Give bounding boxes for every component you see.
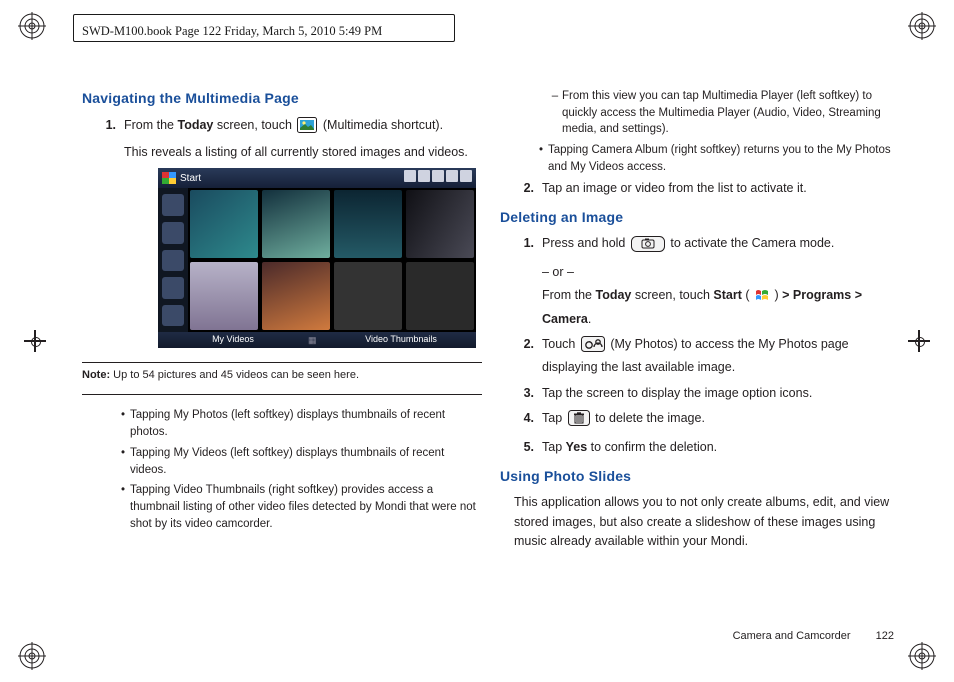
del-step-5: 5. Tap Yes to confirm the deletion.: [500, 438, 900, 457]
nav-step-1: 1. From the Today screen, touch (Multime…: [82, 116, 482, 353]
page-footer: Camera and Camcorder 122: [733, 630, 894, 642]
device-sidebar: [158, 188, 188, 332]
device-softkeys: My Videos ▦ Video Thumbnails: [158, 332, 476, 348]
note-rule-bottom: [82, 394, 482, 395]
windows-flag-icon: [755, 289, 769, 309]
crop-cross-icon: [908, 330, 930, 352]
multimedia-shortcut-icon: [297, 117, 317, 139]
note-text: Note: Up to 54 pictures and 45 videos ca…: [82, 367, 482, 384]
start-label: Start: [180, 171, 201, 187]
step-number: 1.: [82, 116, 124, 353]
step-number: 2.: [500, 179, 542, 198]
nav-step-2: 2. Tap an image or video from the list t…: [500, 179, 900, 198]
trash-icon: [568, 410, 590, 432]
device-screenshot: Start My Videos ▦ Video Thumbnail: [158, 168, 476, 348]
heading-slides: Using Photo Slides: [500, 466, 900, 488]
crop-cross-icon: [24, 330, 46, 352]
right-column: From this view you can tap Multimedia Pl…: [500, 88, 900, 552]
left-softkey: My Videos: [158, 333, 308, 347]
nav-bullet: Tapping Camera Album (right softkey) ret…: [534, 142, 900, 175]
registration-mark-icon: [18, 642, 46, 670]
right-softkey: Video Thumbnails: [326, 333, 476, 347]
step-number: 1.: [500, 234, 542, 329]
heading-navigating: Navigating the Multimedia Page: [82, 88, 482, 110]
slides-paragraph: This application allows you to not only …: [514, 493, 900, 551]
center-softkey-icon: ▦: [308, 334, 326, 346]
tray-icons: [402, 170, 472, 188]
del-step-1: 1. Press and hold to activate the Camera…: [500, 234, 900, 329]
step-number: 5.: [500, 438, 542, 457]
del-step-2: 2. Touch (My Photos) to access the My Ph…: [500, 335, 900, 378]
del-step-4: 4. Tap to delete the image.: [500, 409, 900, 432]
heading-deleting: Deleting an Image: [500, 207, 900, 229]
registration-mark-icon: [908, 12, 936, 40]
my-photos-icon: [581, 336, 605, 358]
left-column: Navigating the Multimedia Page 1. From t…: [82, 88, 482, 536]
registration-mark-icon: [18, 12, 46, 40]
step-number: 2.: [500, 335, 542, 378]
nav-bullet: Tapping My Videos (left softkey) display…: [116, 445, 482, 478]
nav-bullet: Tapping My Photos (left softkey) display…: [116, 407, 482, 440]
registration-mark-icon: [908, 642, 936, 670]
footer-page-number: 122: [876, 630, 894, 642]
del-step-3: 3. Tap the screen to display the image o…: [500, 384, 900, 403]
framemaker-header: SWD-M100.book Page 122 Friday, March 5, …: [82, 24, 382, 39]
footer-section: Camera and Camcorder: [733, 630, 851, 642]
device-topbar: Start: [158, 168, 476, 188]
step-number: 3.: [500, 384, 542, 403]
note-rule-top: [82, 362, 482, 363]
windows-flag-icon: [162, 172, 176, 184]
step-number: 4.: [500, 409, 542, 432]
camera-hardkey-icon: [631, 236, 665, 258]
thumbnail-grid: [190, 190, 474, 330]
nav-sub-dash: From this view you can tap Multimedia Pl…: [548, 88, 900, 138]
nav-bullet: Tapping Video Thumbnails (right softkey)…: [116, 482, 482, 532]
